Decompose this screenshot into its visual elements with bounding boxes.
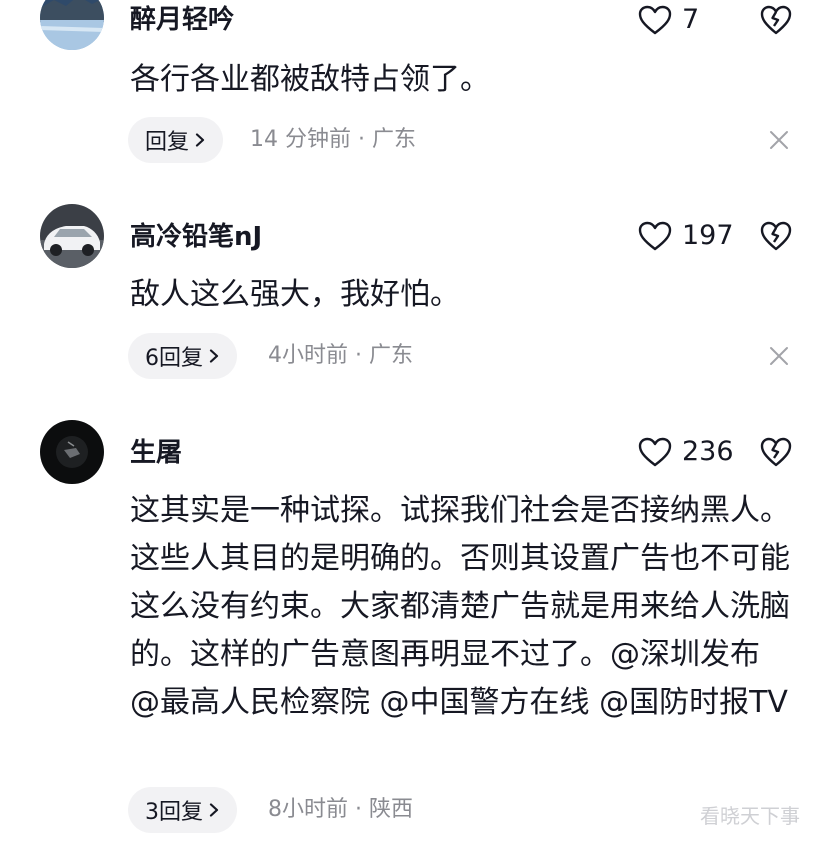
avatar[interactable] bbox=[40, 0, 104, 50]
like-count: 7 bbox=[682, 4, 700, 35]
username[interactable]: 醉月轻吟 bbox=[130, 3, 234, 37]
reply-label: 回复 bbox=[145, 130, 190, 155]
comment-text: 敌人这么强大，我好怕。 bbox=[130, 277, 460, 312]
reply-button[interactable]: 回复 bbox=[128, 117, 224, 163]
broken-heart-icon[interactable] bbox=[760, 4, 792, 36]
chevron-right-icon bbox=[209, 349, 219, 363]
close-icon[interactable] bbox=[768, 129, 790, 151]
reply-button[interactable]: 6回复 bbox=[128, 333, 237, 379]
heart-outline-icon bbox=[638, 221, 672, 251]
chevron-right-icon bbox=[209, 803, 219, 817]
avatar[interactable] bbox=[40, 204, 104, 268]
broken-heart-icon[interactable] bbox=[760, 220, 792, 252]
watermark: 看晓天下事 bbox=[700, 804, 800, 828]
like-button[interactable]: 197 bbox=[638, 216, 734, 256]
comment-meta: 8小时前 · 陕西 bbox=[268, 797, 413, 822]
comment-meta: 4小时前 · 广东 bbox=[268, 343, 413, 368]
username[interactable]: 高冷铅笔nJ bbox=[130, 220, 262, 254]
username[interactable]: 生屠 bbox=[130, 436, 182, 470]
like-button[interactable]: 7 bbox=[638, 0, 699, 40]
close-icon[interactable] bbox=[768, 345, 790, 367]
like-button[interactable]: 236 bbox=[638, 432, 734, 472]
chevron-right-icon bbox=[195, 133, 205, 147]
comment-text: 各行各业都被敌特占领了。 bbox=[130, 62, 490, 97]
like-count: 197 bbox=[682, 220, 734, 251]
comment-list: 醉月轻吟 7 各行各业都被敌特占领了。 回复 14 分钟前 · 广东 高冷铅笔n… bbox=[0, 0, 828, 841]
comment-text: 这其实是一种试探。试探我们社会是否接纳黑人。这些人其目的是明确的。否则其设置广告… bbox=[130, 493, 790, 720]
avatar[interactable] bbox=[40, 420, 104, 484]
comment-meta: 14 分钟前 · 广东 bbox=[250, 127, 416, 152]
heart-outline-icon bbox=[638, 5, 672, 35]
reply-label: 3回复 bbox=[145, 800, 203, 825]
reply-button[interactable]: 3回复 bbox=[128, 787, 237, 833]
like-count: 236 bbox=[682, 436, 734, 467]
broken-heart-icon[interactable] bbox=[760, 436, 792, 468]
heart-outline-icon bbox=[638, 437, 672, 467]
reply-label: 6回复 bbox=[145, 346, 203, 371]
